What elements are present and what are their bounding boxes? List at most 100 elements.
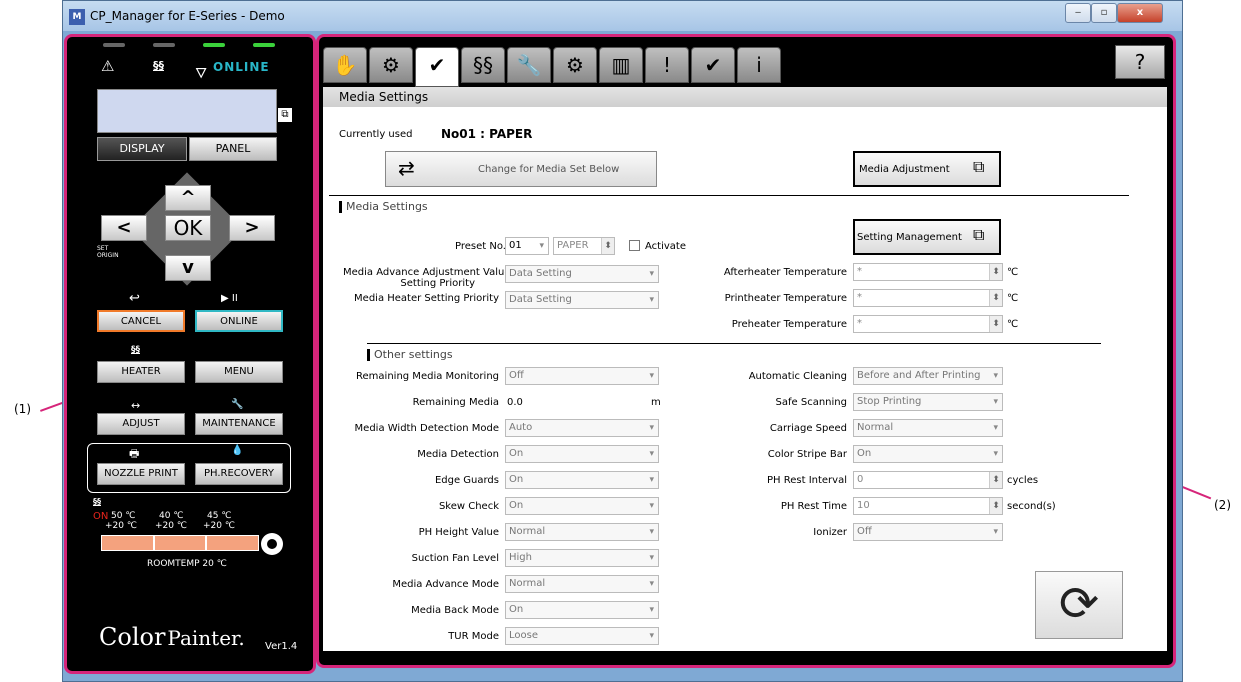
printheater-field[interactable]: * <box>853 289 1003 307</box>
automatic-cleaning-select[interactable]: Before and After Printing <box>853 367 1003 385</box>
temp-current-2: +20 ℃ <box>155 521 187 531</box>
activate-checkbox[interactable] <box>629 240 640 251</box>
open-window-icon: ⧉ <box>973 157 985 176</box>
media-back-mode-select[interactable]: On <box>505 601 659 619</box>
media-advance-adjustment-select[interactable]: Data Setting <box>505 265 659 283</box>
color-stripe-bar-select[interactable]: On <box>853 445 1003 463</box>
online-button[interactable]: ONLINE <box>195 310 283 332</box>
ph-height-select[interactable]: Normal <box>505 523 659 541</box>
skew-check-select[interactable]: On <box>505 497 659 515</box>
media-heater-priority-label: Media Heater Setting Priority <box>354 293 499 304</box>
set-origin-label: SET ORIGIN <box>97 245 119 259</box>
refresh-button[interactable]: ⟳ <box>1035 571 1123 639</box>
open-window-icon: ⧉ <box>973 225 985 244</box>
change-media-button[interactable]: ⇄ Change for Media Set Below <box>385 151 657 187</box>
tab-check[interactable]: ✔ <box>691 47 735 83</box>
setting-management-button[interactable]: Setting Management ⧉ <box>853 219 1001 255</box>
ionizer-select[interactable]: Off <box>853 523 1003 541</box>
section-media-settings: Media Settings <box>339 201 428 213</box>
help-button[interactable]: ? <box>1115 45 1165 79</box>
activate-label: Activate <box>645 241 686 252</box>
tur-mode-select[interactable]: Loose <box>505 627 659 645</box>
color-stripe-bar-label: Color Stripe Bar <box>767 449 847 460</box>
left-button[interactable]: < <box>101 215 147 241</box>
media-adjustment-button[interactable]: Media Adjustment ⧉ <box>853 151 1001 187</box>
status-led-1 <box>103 43 125 47</box>
down-button[interactable]: v <box>165 255 211 281</box>
panel-button[interactable]: PANEL <box>189 137 277 161</box>
room-temperature: ROOMTEMP 20 ℃ <box>147 559 227 569</box>
tab-heater[interactable]: §§ <box>461 47 505 83</box>
version-label: Ver1.4 <box>265 641 298 652</box>
temp-current-3: +20 ℃ <box>203 521 235 531</box>
tab-printer-status[interactable]: ⚙ <box>369 47 413 83</box>
swap-icon: ⇄ <box>398 156 415 180</box>
ph-recovery-button[interactable]: PH.RECOVERY <box>195 463 283 485</box>
tab-operation[interactable]: ✋ <box>323 47 367 83</box>
remaining-media-monitoring-label: Remaining Media Monitoring <box>356 371 499 382</box>
safe-scanning-select[interactable]: Stop Printing <box>853 393 1003 411</box>
status-led-3 <box>203 43 225 47</box>
maintenance-icon: 🔧 <box>231 399 244 410</box>
tab-alerts[interactable]: ! <box>645 47 689 83</box>
automatic-cleaning-label: Automatic Cleaning <box>748 371 847 382</box>
media-adjustment-label: Media Adjustment <box>859 164 950 175</box>
media-heater-priority-select[interactable]: Data Setting <box>505 291 659 309</box>
preset-select[interactable]: 01 <box>505 237 549 255</box>
tab-info[interactable]: i <box>737 47 781 83</box>
online-status: ONLINE <box>213 60 270 74</box>
tab-settings[interactable]: ⚙ <box>553 47 597 83</box>
window-title: CP_Manager for E-Series - Demo <box>90 9 285 23</box>
divider-other <box>367 343 1101 344</box>
remaining-media-value: 0.0 <box>507 397 523 408</box>
ph-rest-time-field[interactable]: 10 <box>853 497 1003 515</box>
afterheater-unit: ℃ <box>1007 267 1019 278</box>
display-button[interactable]: DISPLAY <box>97 137 187 161</box>
media-advance-mode-select[interactable]: Normal <box>505 575 659 593</box>
ph-rest-time-label: PH Rest Time <box>780 501 847 512</box>
suction-fan-select[interactable]: High <box>505 549 659 567</box>
title-bar: M CP_Manager for E-Series - Demo ‒ ▫ x <box>63 1 1182 31</box>
status-led-2 <box>153 43 175 47</box>
afterheater-field[interactable]: * <box>853 263 1003 281</box>
nozzle-print-button[interactable]: NOZZLE PRINT <box>97 463 185 485</box>
edge-guards-select[interactable]: On <box>505 471 659 489</box>
safe-scanning-label: Safe Scanning <box>775 397 847 408</box>
menu-button[interactable]: MENU <box>195 361 283 383</box>
edge-guards-label: Edge Guards <box>434 475 499 486</box>
expand-icon[interactable]: ⧉ <box>277 107 293 123</box>
ionizer-label: Ionizer <box>813 527 847 538</box>
media-detection-select[interactable]: On <box>505 445 659 463</box>
ok-button[interactable]: OK <box>165 215 211 241</box>
currently-used-label: Currently used <box>339 129 413 140</box>
media-back-mode-label: Media Back Mode <box>411 605 499 616</box>
preset-name-field[interactable]: PAPER <box>553 237 615 255</box>
maximize-button[interactable]: ▫ <box>1091 3 1117 23</box>
cancel-icon: ↩ <box>129 291 140 306</box>
adjust-button[interactable]: ADJUST <box>97 413 185 435</box>
heater-button[interactable]: HEATER <box>97 361 185 383</box>
control-panel: ⚠ §§ 🜄 ONLINE ⧉ DISPLAY PANEL ^ < OK > v… <box>64 34 316 674</box>
suction-fan-label: Suction Fan Level <box>411 553 499 564</box>
temp-set-1: 50 ℃ <box>111 511 136 521</box>
right-button[interactable]: > <box>229 215 275 241</box>
close-button[interactable]: x <box>1117 3 1163 23</box>
temp-current-1: +20 ℃ <box>105 521 137 531</box>
tab-media-settings[interactable]: ✔ <box>415 47 459 87</box>
heater-bar <box>101 535 259 551</box>
remaining-media-monitoring-select[interactable]: Off <box>505 367 659 385</box>
maintenance-button[interactable]: MAINTENANCE <box>195 413 283 435</box>
preheater-field[interactable]: * <box>853 315 1003 333</box>
tab-ink[interactable]: ▥ <box>599 47 643 83</box>
media-width-detection-select[interactable]: Auto <box>505 419 659 437</box>
cancel-button[interactable]: CANCEL <box>97 310 185 332</box>
ph-rest-interval-field[interactable]: 0 <box>853 471 1003 489</box>
tab-maintenance[interactable]: 🔧 <box>507 47 551 83</box>
tur-mode-label: TUR Mode <box>448 631 499 642</box>
temperature-heater-icon: §§ <box>93 497 101 506</box>
brand-logo: Color Painter. <box>99 623 245 651</box>
minimize-button[interactable]: ‒ <box>1065 3 1091 23</box>
carriage-speed-select[interactable]: Normal <box>853 419 1003 437</box>
currently-used-value: No01 : PAPER <box>441 127 533 141</box>
up-button[interactable]: ^ <box>165 185 211 211</box>
